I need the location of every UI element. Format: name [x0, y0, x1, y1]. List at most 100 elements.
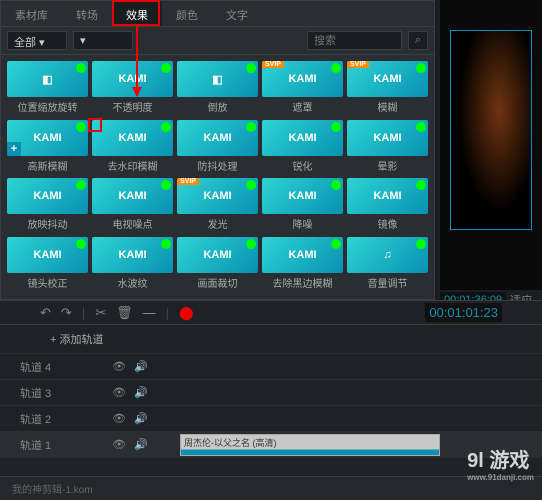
- status-dot: [161, 122, 171, 132]
- marker-icon[interactable]: ⬤: [179, 305, 194, 321]
- trash-icon[interactable]: 🗑: [116, 305, 133, 321]
- status-dot: [331, 239, 341, 249]
- effect-item[interactable]: KAMI镜像: [347, 178, 428, 233]
- effect-item[interactable]: KAMI 锐化: [262, 120, 343, 175]
- effect-thumb: KAMI: [262, 120, 343, 156]
- speaker-icon[interactable]: 🔊: [134, 360, 148, 373]
- timeline-track[interactable]: 轨道 3👁🔊: [0, 380, 542, 406]
- tab-text[interactable]: 文字: [212, 1, 262, 26]
- effect-label: 位置缩放旋转: [7, 99, 88, 114]
- timeline-clip[interactable]: 周杰伦-以父之名 (高清): [180, 434, 440, 456]
- search-input[interactable]: [307, 31, 402, 50]
- timeline-track[interactable]: 轨道 2👁🔊: [0, 406, 542, 432]
- effect-thumb: ◧: [177, 61, 258, 97]
- effect-label: 水波纹: [92, 275, 173, 290]
- effect-item[interactable]: SVIPKAMI 遮罩: [262, 61, 343, 116]
- eye-icon[interactable]: 👁: [112, 412, 126, 425]
- eye-icon[interactable]: 👁: [112, 438, 126, 451]
- status-dot: [76, 180, 86, 190]
- effect-label: 模糊: [347, 99, 428, 114]
- timeline-track[interactable]: 轨道 1 👁 🔊 周杰伦-以父之名 (高清): [0, 432, 542, 458]
- status-dot: [246, 122, 256, 132]
- effect-item[interactable]: KAMI放映抖动: [7, 178, 88, 233]
- status-dot: [76, 63, 86, 73]
- effect-item[interactable]: KAMI防抖处理: [177, 120, 258, 175]
- effect-item[interactable]: SVIPKAMI模糊: [347, 61, 428, 116]
- eye-icon[interactable]: 👁: [112, 386, 126, 399]
- effects-panel: 素材库 转场 效果 颜色 文字 全部 ▾ ▾ ⌕ ◧位置缩放旋转KAMI不透明度…: [0, 0, 435, 300]
- effect-item[interactable]: ◧ 位置缩放旋转: [7, 61, 88, 116]
- slider-icon[interactable]: ⎯⎯: [143, 305, 156, 321]
- status-dot: [76, 239, 86, 249]
- effect-label: 遮罩: [262, 99, 343, 114]
- effect-label: 音量调节: [347, 275, 428, 290]
- effect-thumb: KAMI: [347, 178, 428, 214]
- track-lane[interactable]: [180, 354, 542, 379]
- annotation-arrow: [136, 26, 138, 96]
- effect-item[interactable]: ♫音量调节: [347, 237, 428, 292]
- category-dropdown-2[interactable]: ▾: [73, 31, 133, 50]
- effect-item[interactable]: SVIPKAMI发光: [177, 178, 258, 233]
- search-button[interactable]: ⌕: [408, 31, 428, 50]
- track-name: 轨道 4: [0, 359, 80, 375]
- undo-icon[interactable]: ↶: [40, 305, 51, 321]
- track-lane[interactable]: [180, 380, 542, 405]
- effect-label: 锐化: [262, 158, 343, 173]
- watermark: 9l 游戏 www.91danji.com: [467, 444, 534, 482]
- effect-thumb: KAMI: [177, 237, 258, 273]
- annotation-box-tab: [112, 0, 160, 26]
- effect-label: 放映抖动: [7, 216, 88, 231]
- effect-thumb: KAMI: [262, 178, 343, 214]
- status-dot: [331, 180, 341, 190]
- annotation-box-plus: [88, 118, 102, 132]
- effect-thumb: SVIPKAMI: [262, 61, 343, 97]
- tab-library[interactable]: 素材库: [1, 1, 62, 26]
- tab-transition[interactable]: 转场: [62, 1, 112, 26]
- effect-item[interactable]: KAMI 去水印模糊: [92, 120, 173, 175]
- effect-label: 降噪: [262, 216, 343, 231]
- effect-item[interactable]: KAMI晕影: [347, 120, 428, 175]
- timeline: ↶ ↷ | ✂ 🗑 ⎯⎯ | ⬤ 00:01:01:23 + 添加轨道 轨道 4…: [0, 300, 542, 500]
- speaker-icon[interactable]: 🔊: [134, 386, 148, 399]
- speaker-icon[interactable]: 🔊: [134, 438, 148, 451]
- effect-item[interactable]: KAMI去除黑边模糊: [262, 237, 343, 292]
- effect-item[interactable]: KAMI镜头校正: [7, 237, 88, 292]
- status-dot: [161, 239, 171, 249]
- effect-item[interactable]: KAMI 降噪: [262, 178, 343, 233]
- effect-label: 镜头校正: [7, 275, 88, 290]
- effect-label: 晕影: [347, 158, 428, 173]
- effect-label: 高斯模糊: [7, 158, 88, 173]
- effect-item[interactable]: KAMI 水波纹: [92, 237, 173, 292]
- effect-thumb: KAMI+: [7, 120, 88, 156]
- effect-label: 防抖处理: [177, 158, 258, 173]
- effect-thumb: KAMI: [92, 237, 173, 273]
- redo-icon[interactable]: ↷: [61, 305, 72, 321]
- cut-icon[interactable]: ✂: [95, 305, 106, 321]
- effect-item[interactable]: KAMI+ 高斯模糊: [7, 120, 88, 175]
- effect-thumb: ◧: [7, 61, 88, 97]
- status-dot: [161, 63, 171, 73]
- effect-thumb: KAMI: [92, 178, 173, 214]
- tab-color[interactable]: 颜色: [162, 1, 212, 26]
- eye-icon[interactable]: 👁: [112, 360, 126, 373]
- effect-item[interactable]: ◧ 倒放: [177, 61, 258, 116]
- effects-grid: ◧位置缩放旋转KAMI不透明度◧倒放SVIPKAMI遮罩SVIPKAMI模糊KA…: [1, 55, 434, 297]
- status-dot: [246, 239, 256, 249]
- effect-thumb: KAMI: [92, 120, 173, 156]
- filter-row: 全部 ▾ ▾ ⌕: [1, 27, 434, 55]
- status-dot: [416, 180, 426, 190]
- effect-label: 倒放: [177, 99, 258, 114]
- effect-item[interactable]: KAMI画面裁切: [177, 237, 258, 292]
- track-name: 轨道 1: [0, 437, 80, 453]
- status-dot: [246, 180, 256, 190]
- category-dropdown[interactable]: 全部 ▾: [7, 31, 67, 50]
- effect-item[interactable]: KAMI电视噪点: [92, 178, 173, 233]
- add-icon[interactable]: +: [7, 142, 21, 156]
- effect-label: 去水印模糊: [92, 158, 173, 173]
- effect-label: 去除黑边模糊: [262, 275, 343, 290]
- status-dot: [416, 239, 426, 249]
- timeline-track[interactable]: 轨道 4 👁 🔊: [0, 354, 542, 380]
- track-lane[interactable]: [180, 406, 542, 431]
- add-track-button[interactable]: + 添加轨道: [0, 325, 542, 354]
- speaker-icon[interactable]: 🔊: [134, 412, 148, 425]
